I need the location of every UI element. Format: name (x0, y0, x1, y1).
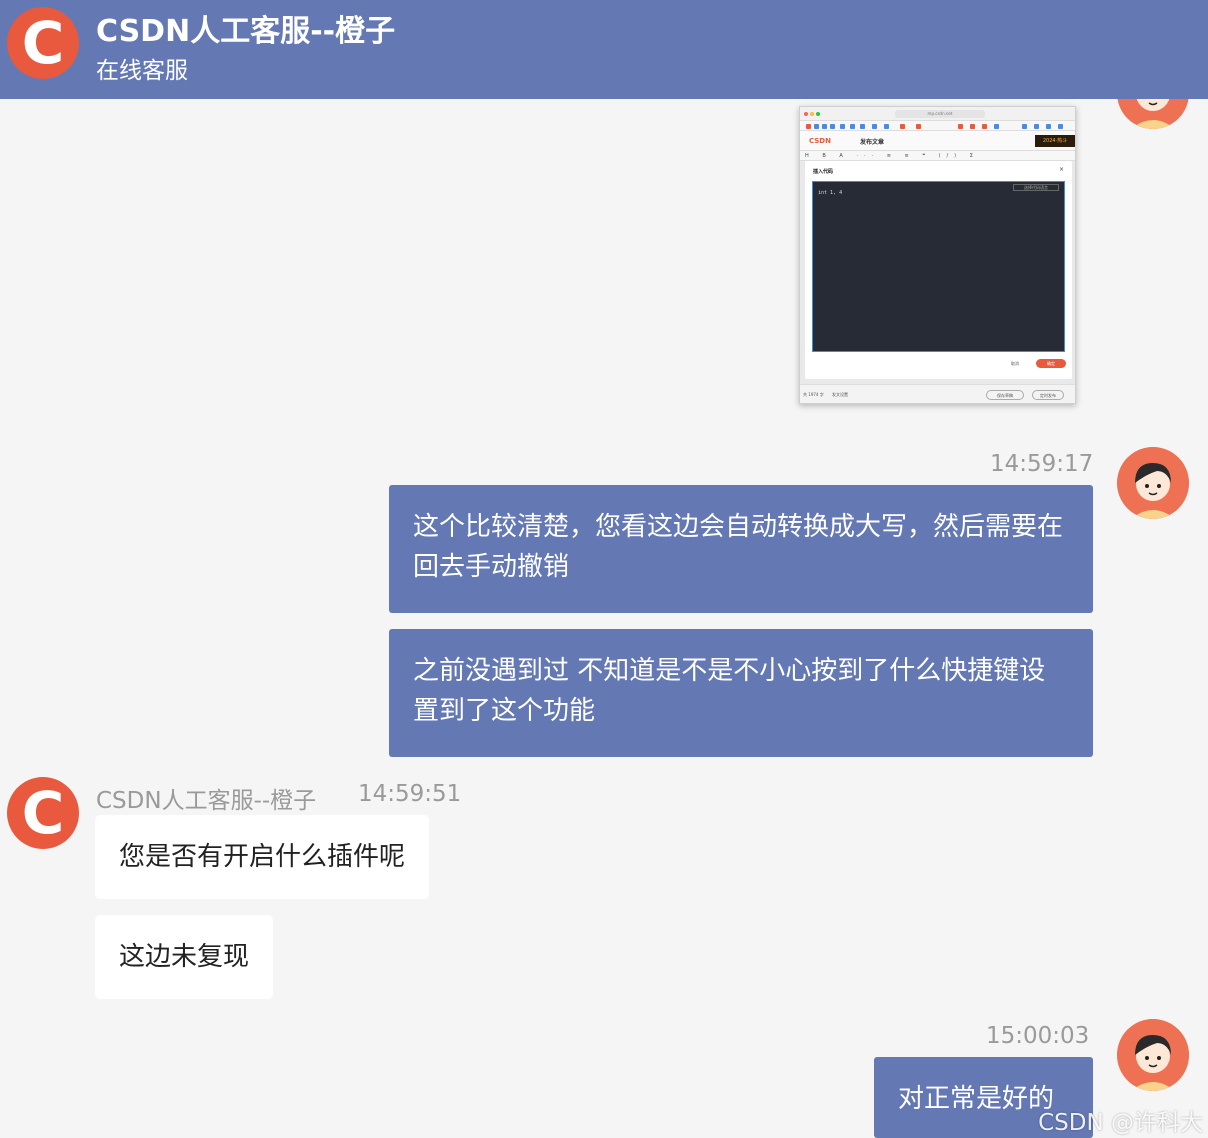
thumb-language-select: 选择代码语言 (1013, 184, 1059, 191)
thumb-wordcount: 共 1974 字 (803, 392, 824, 397)
user-avatar (1117, 447, 1189, 519)
thumb-close-icon: × (1058, 166, 1064, 173)
thumb-csdn-logo: CSDN (809, 137, 831, 145)
agent-message-bubble[interactable]: 您是否有开启什么插件呢 (95, 815, 430, 899)
thumb-code-area: 选择代码语言 int 1, 4 (812, 181, 1065, 352)
chat-title: CSDN人工客服--橙子 (96, 14, 396, 49)
thumb-url: mp.csdn.net (895, 110, 985, 118)
csdn-logo-icon: C (21, 779, 65, 847)
thumb-banner: 2024·热斗 (1035, 135, 1075, 147)
message-time: 14:59:51 (358, 781, 462, 807)
message-time: 15:00:03 (986, 1023, 1090, 1049)
thumb-format-toolbar: H B A ··· ≡ ≡ ❝ ⟨/⟩ Σ (800, 151, 1075, 161)
thumb-cancel-button: 取消 (1003, 359, 1027, 368)
chat-header: C CSDN人工客服--橙子 在线客服 (0, 0, 1208, 99)
thumb-confirm-button: 确定 (1036, 359, 1066, 368)
thumb-nav-title: 发布文章 (860, 139, 885, 146)
screenshot-image-message[interactable]: mp.csdn.net CSDN 发布文章 2024·热斗 H B A ··· … (799, 106, 1076, 404)
thumb-settings: 发文设置 (832, 392, 848, 397)
agent-avatar: C (7, 7, 79, 79)
agent-avatar: C (7, 777, 79, 849)
agent-message-bubble[interactable]: 这边未复现 (95, 915, 274, 999)
thumb-save-draft: 保存草稿 (986, 390, 1024, 400)
thumb-browser-toolbar: mp.csdn.net (800, 107, 1075, 121)
thumb-insert-code-modal: 插入代码 × 选择代码语言 int 1, 4 取消 确定 (805, 161, 1072, 379)
watermark: CSDN @许科大 (1038, 1110, 1203, 1136)
user-avatar (1117, 1019, 1189, 1091)
thumb-schedule: 定时发布 (1032, 390, 1064, 400)
user-face-icon (1117, 447, 1189, 519)
thumb-modal-title: 插入代码 (813, 169, 834, 175)
thumb-code-line: int 1, 4 (818, 190, 843, 196)
agent-name: CSDN人工客服--橙子 (96, 788, 317, 814)
thumb-bookmarks-bar (800, 121, 1075, 131)
csdn-logo-icon: C (21, 9, 65, 77)
message-time: 14:59:17 (990, 451, 1094, 477)
user-message-bubble[interactable]: 之前没遇到过 不知道是不是不小心按到了什么快捷键设置到了这个功能 (389, 629, 1093, 757)
user-message-bubble[interactable]: 这个比较清楚，您看这边会自动转换成大写，然后需要在回去手动撤销 (389, 485, 1093, 613)
thumb-nav-bar: CSDN 发布文章 2024·热斗 (800, 131, 1075, 151)
thumb-footer: 共 1974 字 发文设置 保存草稿 定时发布 (800, 384, 1075, 403)
user-face-icon (1117, 1019, 1189, 1091)
chat-subtitle: 在线客服 (96, 58, 188, 84)
